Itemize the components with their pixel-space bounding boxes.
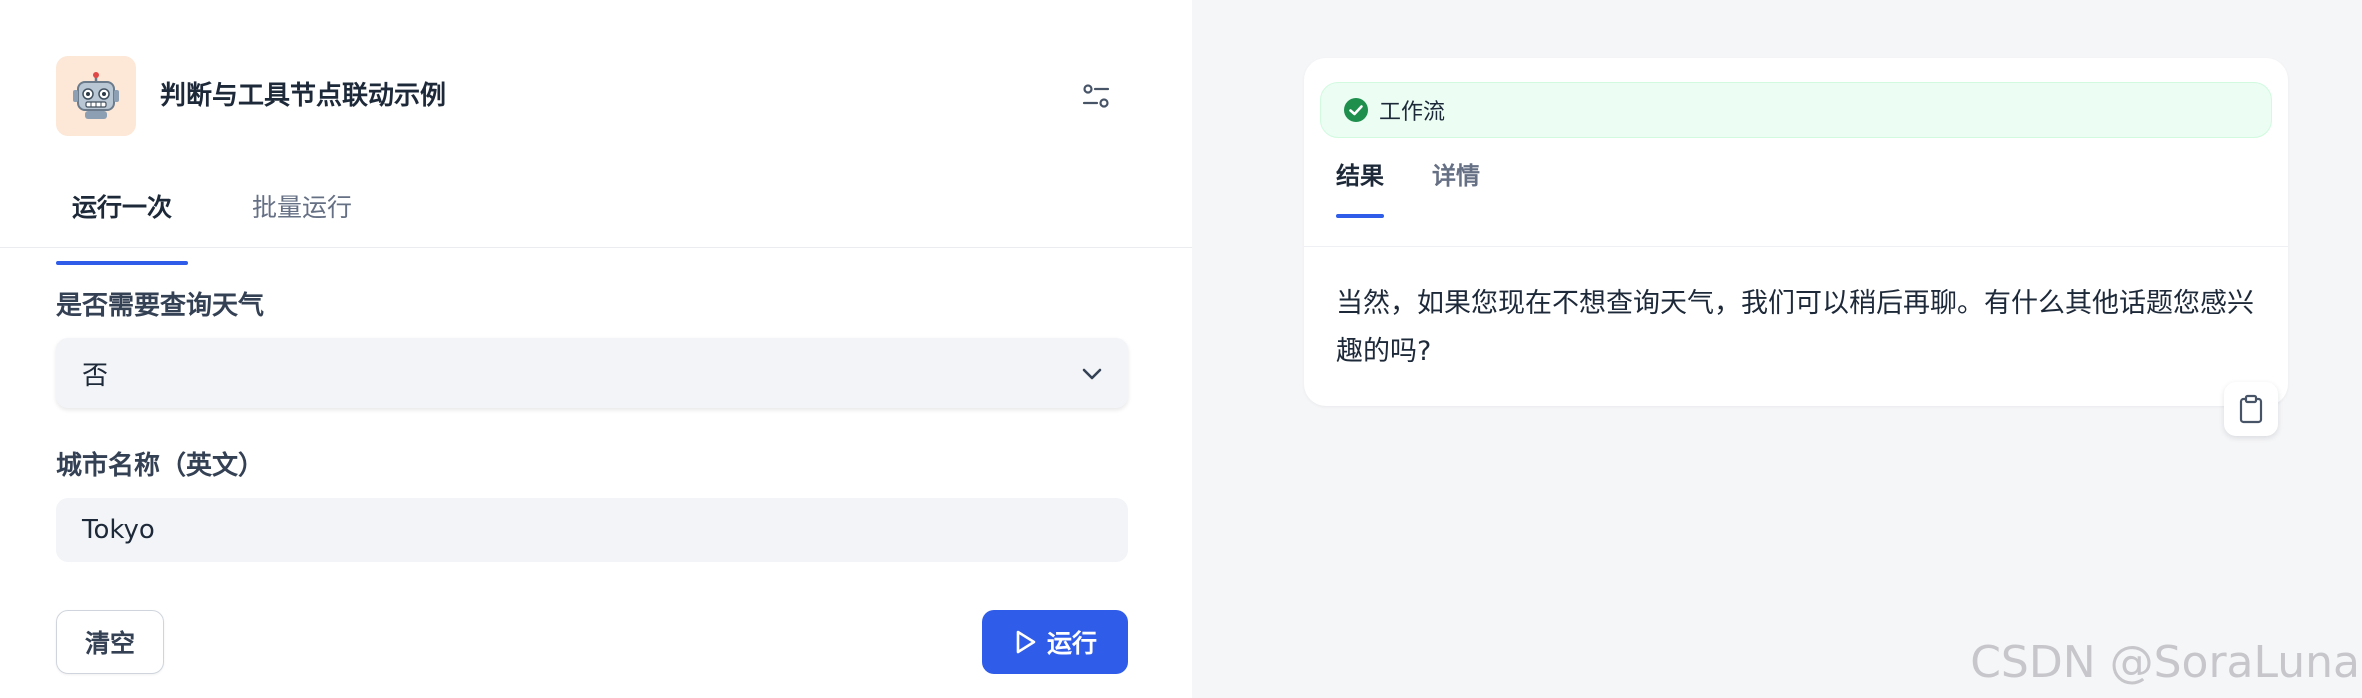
check-circle-icon <box>1344 98 1368 122</box>
watermark: CSDN @SoraLuna <box>1970 637 2360 688</box>
result-tabs-divider <box>1304 246 2288 247</box>
tab-result[interactable]: 结果 <box>1336 154 1384 218</box>
app-title: 判断与工具节点联动示例 <box>160 81 447 111</box>
copy-button[interactable] <box>2224 382 2278 436</box>
workflow-status-bar[interactable]: 工作流 <box>1320 82 2272 138</box>
play-icon <box>1016 630 1036 654</box>
tab-run-once[interactable]: 运行一次 <box>56 186 189 265</box>
need-weather-value: 否 <box>82 360 109 391</box>
run-button[interactable]: 运行 <box>982 610 1128 674</box>
workflow-status-label: 工作流 <box>1379 100 1446 125</box>
run-panel: 判断与工具节点联动示例 运行一次 批量运行 是否需要查询天气 否 城市名称（英文… <box>0 0 1192 698</box>
clear-button-label: 清空 <box>84 629 135 658</box>
city-input[interactable]: Tokyo <box>56 498 1128 562</box>
result-output-text: 当然，如果您现在不想查询天气，我们可以稍后再聊。有什么其他话题您感兴趣的吗? <box>1336 288 2254 367</box>
settings-button[interactable] <box>1078 78 1114 114</box>
run-button-label: 运行 <box>1046 629 1097 658</box>
clear-button[interactable]: 清空 <box>56 610 164 674</box>
tabs-divider <box>0 247 1192 248</box>
need-weather-label: 是否需要查询天气 <box>56 291 265 321</box>
result-card: 工作流 结果 详情 当然，如果您现在不想查询天气，我们可以稍后再聊。有什么其他话… <box>1304 58 2288 406</box>
need-weather-select[interactable]: 否 <box>56 338 1128 408</box>
result-tabs: 结果 详情 <box>1336 154 1480 218</box>
city-input-value: Tokyo <box>82 515 155 545</box>
robot-icon <box>73 72 119 119</box>
run-mode-tabs: 运行一次 批量运行 <box>56 186 368 265</box>
tab-batch-run[interactable]: 批量运行 <box>236 186 368 248</box>
app-icon <box>56 56 136 136</box>
tab-details[interactable]: 详情 <box>1432 154 1480 198</box>
clipboard-icon <box>2239 394 2263 424</box>
city-label: 城市名称（英文） <box>56 451 265 481</box>
chevron-down-icon <box>1082 368 1102 380</box>
sliders-icon <box>1082 84 1110 108</box>
result-panel: 工作流 结果 详情 当然，如果您现在不想查询天气，我们可以稍后再聊。有什么其他话… <box>1192 0 2362 698</box>
